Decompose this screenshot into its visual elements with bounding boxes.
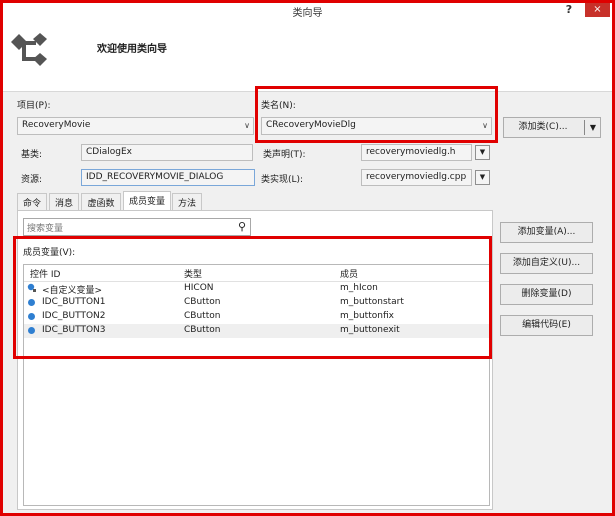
resource-label: 资源: [21, 175, 43, 185]
table-row[interactable]: <自定义变量> HICON m_hIcon [24, 282, 489, 296]
project-label: 项目(P): [17, 101, 51, 111]
add-class-label: 添加类(C)... [518, 122, 568, 132]
classname-value: CRecoveryMovieDlg [266, 120, 356, 130]
tab-member-variables[interactable]: 成员变量 [123, 191, 171, 210]
cell-type: CButton [184, 297, 221, 307]
variable-icon [28, 313, 35, 320]
column-type[interactable]: 类型 [184, 267, 202, 280]
class-declaration-field[interactable]: recoverymoviedlg.h [361, 144, 472, 161]
cell-member: m_hIcon [340, 283, 378, 293]
tab-messages[interactable]: 消息 [49, 193, 79, 210]
window-title: 类向导 [292, 8, 323, 19]
variable-icon [28, 327, 35, 334]
project-value: RecoveryMovie [22, 120, 91, 130]
resource-field[interactable]: IDD_RECOVERYMOVIE_DIALOG [81, 169, 255, 186]
project-combo[interactable]: RecoveryMovie ∨ [17, 117, 254, 135]
cell-control-id: IDC_BUTTON2 [42, 311, 106, 321]
cell-member: m_buttonstart [340, 297, 404, 307]
column-control-id[interactable]: 控件 ID [30, 267, 60, 280]
column-member[interactable]: 成员 [340, 267, 358, 280]
table-row[interactable]: IDC_BUTTON3 CButton m_buttonexit [24, 324, 489, 338]
member-list-label: 成员变量(V): [23, 248, 76, 258]
class-wizard-logo-icon [11, 33, 47, 66]
list-header: 控件 ID 类型 成员 [24, 265, 489, 282]
split-divider [584, 120, 585, 135]
variable-icon [28, 299, 35, 306]
cell-control-id: IDC_BUTTON3 [42, 325, 106, 335]
tab-methods[interactable]: 方法 [172, 193, 202, 210]
custom-variable-icon [27, 283, 36, 292]
cell-member: m_buttonexit [340, 325, 400, 335]
add-variable-button[interactable]: 添加变量(A)... [500, 222, 593, 243]
delete-variable-button[interactable]: 删除变量(D) [500, 284, 593, 305]
classname-combo[interactable]: CRecoveryMovieDlg ∨ [261, 117, 492, 135]
add-class-button[interactable]: 添加类(C)... ▼ [503, 117, 601, 138]
cell-control-id: IDC_BUTTON1 [42, 297, 106, 307]
member-variables-list[interactable]: 控件 ID 类型 成员 <自定义变量> HICON m_hIcon IDC_BU… [23, 264, 490, 506]
tab-commands[interactable]: 命令 [17, 193, 47, 210]
chevron-down-icon: ∨ [244, 121, 250, 130]
cell-type: HICON [184, 283, 214, 293]
cell-control-id: <自定义变量> [42, 286, 103, 296]
search-placeholder: 搜索变量 [27, 224, 64, 234]
search-variables-input[interactable]: 搜索变量 ⚲ [23, 218, 251, 236]
wizard-header: 欢迎使用类向导 [3, 20, 612, 92]
search-icon[interactable]: ⚲ [238, 220, 246, 233]
class-declaration-label: 类声明(T): [263, 150, 306, 160]
member-variables-panel: 搜索变量 ⚲ 成员变量(V): 控件 ID 类型 成员 <自定义变量> HICO… [17, 210, 493, 510]
class-implementation-label: 类实现(L): [261, 175, 304, 185]
implementation-dropdown-button[interactable]: ▼ [475, 170, 490, 185]
table-row[interactable]: IDC_BUTTON1 CButton m_buttonstart [24, 296, 489, 310]
help-button[interactable]: ? [559, 3, 579, 17]
classname-label: 类名(N): [261, 101, 296, 111]
class-wizard-window: 类向导 ? × 欢迎使用类向导 项目(P): RecoveryMovie ∨ 类… [0, 0, 615, 516]
class-implementation-field[interactable]: recoverymoviedlg.cpp [361, 169, 472, 186]
add-custom-button[interactable]: 添加自定义(U)... [500, 253, 593, 274]
declaration-dropdown-button[interactable]: ▼ [475, 145, 490, 160]
dropdown-arrow-icon[interactable]: ▼ [587, 118, 599, 137]
chevron-down-icon: ∨ [482, 121, 488, 130]
edit-code-button[interactable]: 编辑代码(E) [500, 315, 593, 336]
base-class-field: CDialogEx [81, 144, 253, 161]
cell-type: CButton [184, 311, 221, 321]
base-class-label: 基类: [21, 150, 43, 160]
title-bar: 类向导 ? × [3, 3, 612, 20]
cell-member: m_buttonfix [340, 311, 394, 321]
tab-virtual-functions[interactable]: 虚函数 [81, 193, 121, 210]
cell-type: CButton [184, 325, 221, 335]
close-button[interactable]: × [585, 3, 610, 17]
table-row[interactable]: IDC_BUTTON2 CButton m_buttonfix [24, 310, 489, 324]
welcome-heading: 欢迎使用类向导 [97, 44, 167, 55]
